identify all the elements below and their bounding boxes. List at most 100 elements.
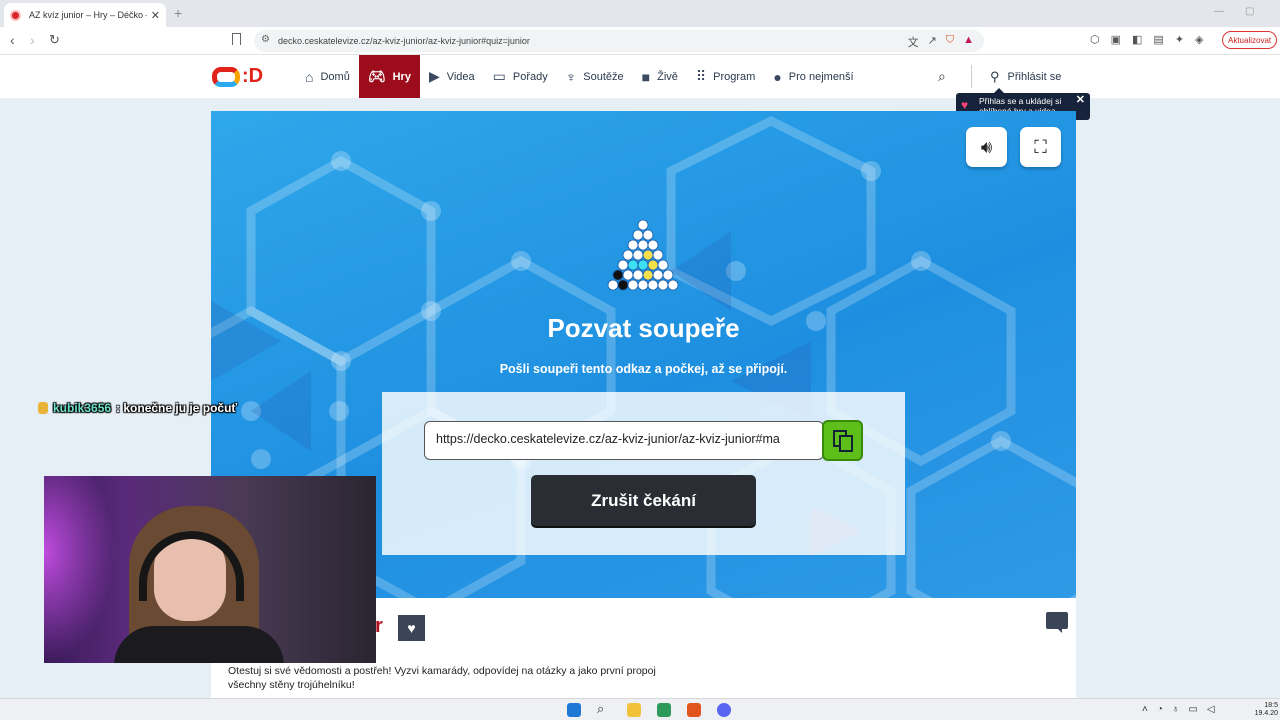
copy-link-button[interactable] bbox=[822, 420, 863, 461]
tab-title: AZ kvíz junior – Hry – Déčko – Č bbox=[29, 10, 147, 20]
user-pin-icon: ⚲ bbox=[990, 69, 1000, 84]
chevron-up-icon[interactable]: ˄ bbox=[1142, 704, 1148, 715]
login-label: Přihlásit se bbox=[1007, 71, 1062, 83]
main-navigation: ⌂ Domů 🎮︎ Hry ▶ Videa ▭ Pořady ♆ Soutěže… bbox=[296, 55, 863, 98]
bookmark-icon[interactable] bbox=[232, 33, 241, 45]
camera-icon: ■ bbox=[641, 68, 651, 85]
game-description: Otestuj si své vědomosti a postřeh! Vyzv… bbox=[228, 665, 656, 691]
tooltip-close-icon[interactable]: ✕ bbox=[1076, 95, 1085, 106]
invite-link-field[interactable]: https://decko.ceskatelevize.cz/az-kviz-j… bbox=[424, 421, 824, 460]
heart-icon: ♥ bbox=[407, 620, 416, 636]
share-icon[interactable]: ↗ bbox=[928, 34, 937, 50]
network-icon[interactable]: ◔ bbox=[1157, 704, 1163, 715]
nav-item-porady[interactable]: ▭ Pořady bbox=[484, 55, 557, 98]
extension-icon[interactable]: ⬡ bbox=[1090, 33, 1100, 46]
browser-toolbar: ‹ › ↻ ⚙ decko.ceskatelevize.cz/az-kviz-j… bbox=[0, 27, 1280, 55]
browser-tab-active[interactable]: AZ kvíz junior – Hry – Déčko – Č ✕ bbox=[4, 3, 166, 27]
app-icon[interactable] bbox=[657, 703, 671, 717]
logo-text: :D bbox=[242, 65, 264, 87]
tv-icon: ▭ bbox=[492, 68, 506, 84]
new-tab-button[interactable]: + bbox=[174, 5, 182, 21]
cancel-waiting-button[interactable]: Zrušit čekání bbox=[531, 475, 756, 526]
sound-toggle-button[interactable]: 🔊︎ bbox=[966, 127, 1007, 167]
site-favicon-icon bbox=[10, 9, 21, 21]
trophy-icon: ♆ bbox=[565, 68, 577, 85]
site-info-icon[interactable]: ⚙ bbox=[261, 34, 270, 45]
logo-ring-icon bbox=[212, 66, 240, 87]
header-divider bbox=[971, 65, 972, 88]
nav-label: Pro nejmenší bbox=[788, 70, 854, 83]
extension-icons: ⬡ ▣ ◧ ▤ ✦ ◈ bbox=[1090, 33, 1204, 46]
start-menu-icon[interactable] bbox=[567, 703, 581, 717]
volume-icon[interactable]: ◁ bbox=[1207, 704, 1215, 715]
home-icon: ⌂ bbox=[305, 68, 314, 85]
fullscreen-button[interactable]: ⛶ bbox=[1020, 127, 1061, 167]
address-url[interactable]: decko.ceskatelevize.cz/az-kviz-junior/az… bbox=[278, 36, 530, 46]
copy-icon bbox=[832, 429, 853, 452]
game-title-fragment: r bbox=[375, 615, 383, 637]
taskbar-clock[interactable]: 18:5 19.4.20 bbox=[1244, 702, 1278, 718]
nav-item-hry[interactable]: 🎮︎ Hry bbox=[358, 55, 420, 98]
search-icon[interactable]: ⌕ bbox=[938, 68, 946, 85]
invite-title: Pozvat soupeře bbox=[547, 313, 740, 343]
nav-label: Program bbox=[713, 70, 756, 83]
nav-label: Pořady bbox=[512, 70, 548, 83]
file-explorer-icon[interactable] bbox=[627, 703, 641, 717]
microphone-icon[interactable]: ♁ bbox=[1172, 704, 1180, 715]
nav-item-zive[interactable]: ■ Živě bbox=[633, 55, 687, 98]
nav-item-pro-nejmensi[interactable]: ● Pro nejmenší bbox=[764, 55, 862, 98]
fullscreen-icon: ⛶ bbox=[1034, 136, 1047, 157]
back-icon[interactable]: ‹ bbox=[10, 32, 15, 48]
discord-icon[interactable] bbox=[717, 703, 731, 717]
favorite-button[interactable]: ♥ bbox=[398, 615, 425, 641]
nav-item-souteze[interactable]: ♆ Soutěže bbox=[557, 55, 633, 98]
nav-label: Domů bbox=[320, 70, 350, 83]
address-bar[interactable]: ⚙ decko.ceskatelevize.cz/az-kviz-junior/… bbox=[254, 30, 984, 52]
wallet-icon[interactable]: ▤ bbox=[1153, 33, 1163, 46]
webcam-light bbox=[44, 476, 114, 663]
site-header: :D ⌂ Domů 🎮︎ Hry ▶ Videa ▭ Pořady ♆ Sout… bbox=[0, 55, 1280, 98]
az-kviz-pyramid-logo bbox=[607, 219, 679, 291]
webcam-overlay bbox=[44, 476, 376, 663]
nav-label: Videa bbox=[446, 70, 475, 83]
clock-time: 18:5 bbox=[1264, 702, 1278, 709]
nav-label: Hry bbox=[392, 70, 411, 83]
search-icon[interactable]: ⌕ bbox=[597, 701, 611, 716]
brave-browser-icon[interactable] bbox=[687, 703, 701, 717]
nav-item-videa[interactable]: ▶ Videa bbox=[420, 55, 484, 98]
nav-label: Soutěže bbox=[583, 70, 624, 83]
heart-icon: ♥ bbox=[961, 98, 969, 112]
monitor-icon[interactable]: ▭ bbox=[1188, 704, 1197, 715]
puzzle-icon[interactable]: ✦ bbox=[1175, 33, 1184, 46]
speaker-icon: 🔊︎ bbox=[980, 136, 993, 157]
windows-taskbar: ⌕ ˄ ◔ ♁ ▭ ◁ 18:5 19.4.20 bbox=[0, 698, 1280, 720]
nav-item-program[interactable]: ⠿ Program bbox=[687, 55, 764, 98]
maximize-icon[interactable]: ▢ bbox=[1245, 6, 1254, 17]
nav-label: Živě bbox=[657, 70, 678, 83]
vpn-icon[interactable]: ◈ bbox=[1195, 33, 1203, 46]
comment-icon[interactable] bbox=[1046, 612, 1068, 633]
screenshot-icon[interactable]: ▣ bbox=[1111, 33, 1121, 46]
minimize-icon[interactable]: — bbox=[1214, 6, 1224, 17]
decko-logo[interactable]: :D bbox=[212, 65, 263, 88]
tab-close-icon[interactable]: ✕ bbox=[151, 9, 160, 22]
gamepad-icon: 🎮︎ bbox=[367, 68, 386, 84]
play-icon: ▶ bbox=[428, 68, 440, 84]
nav-item-domu[interactable]: ⌂ Domů bbox=[296, 55, 359, 98]
forward-icon[interactable]: › bbox=[30, 32, 35, 48]
brave-shield-icon[interactable]: ⛉ bbox=[946, 34, 954, 50]
login-button[interactable]: ⚲ Přihlásit se bbox=[990, 69, 1061, 85]
sidebar-icon[interactable]: ◧ bbox=[1132, 33, 1142, 46]
system-tray: ˄ ◔ ♁ ▭ ◁ bbox=[1142, 704, 1215, 715]
translate-icon[interactable]: 文 bbox=[908, 34, 919, 50]
ball-icon: ● bbox=[773, 68, 782, 85]
clock-date: 19.4.20 bbox=[1254, 710, 1278, 717]
reload-icon[interactable]: ↻ bbox=[49, 32, 60, 48]
rewards-icon[interactable]: ▲ bbox=[963, 34, 974, 50]
chat-username: kubik3656 bbox=[53, 401, 112, 415]
browser-tab-bar: AZ kvíz junior – Hry – Déčko – Č ✕ + — ▢ bbox=[0, 0, 1280, 27]
chat-badge-icon bbox=[38, 402, 48, 414]
invite-subtitle: Pošli soupeři tento odkaz a počkej, až s… bbox=[499, 362, 788, 376]
chat-text: : konečne ju je počuť bbox=[116, 401, 238, 415]
update-button[interactable]: Aktualizovat bbox=[1222, 31, 1278, 49]
